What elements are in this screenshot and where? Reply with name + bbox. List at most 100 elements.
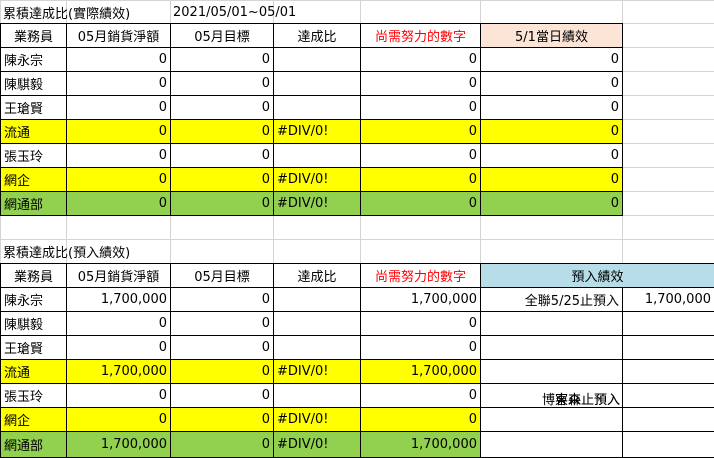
header-remaining[interactable]: 尚需努力的數字 <box>360 23 481 48</box>
table-cell[interactable]: 0 <box>66 143 171 168</box>
preorder-empty-cell[interactable] <box>480 431 623 458</box>
table-cell[interactable]: 0 <box>66 167 171 192</box>
table-cell[interactable]: 0 <box>66 47 171 72</box>
table-cell[interactable]: 0 <box>66 95 171 120</box>
table-cell[interactable]: 0 <box>480 143 623 168</box>
table-cell[interactable]: 0 <box>170 431 274 458</box>
date-range[interactable]: 2021/05/01~05/01 <box>170 0 361 24</box>
row-label[interactable]: 網通部 <box>0 191 67 216</box>
header-remaining[interactable]: 尚需努力的數字 <box>360 263 481 288</box>
table-cell[interactable] <box>273 335 361 360</box>
preorder-value[interactable]: 1,700,000 <box>622 287 714 312</box>
table-cell[interactable]: 0 <box>360 383 481 408</box>
header-ratio[interactable]: 達成比 <box>273 23 361 48</box>
table-cell[interactable]: 1,700,000 <box>360 431 481 458</box>
header-daily[interactable]: 5/1當日績效 <box>480 23 623 48</box>
table-cell[interactable]: 0 <box>170 335 274 360</box>
preorder-label[interactable]: 東森止預入 <box>480 383 623 408</box>
table-cell[interactable]: 0 <box>360 95 481 120</box>
table-cell[interactable]: 0 <box>170 311 274 336</box>
table-cell[interactable]: 0 <box>360 119 481 144</box>
table-cell[interactable]: 1,700,000 <box>360 359 481 384</box>
table-cell[interactable]: 0 <box>170 167 274 192</box>
header-target[interactable]: 05月目標 <box>170 23 274 48</box>
header-salesperson[interactable]: 業務員 <box>0 23 67 48</box>
table-cell[interactable]: 0 <box>360 335 481 360</box>
preorder-empty-cell[interactable] <box>480 335 623 360</box>
row-label[interactable]: 張玉玲 <box>0 143 67 168</box>
row-label[interactable]: 網企 <box>0 407 67 432</box>
table-cell[interactable]: 0 <box>480 119 623 144</box>
table-cell[interactable]: #DIV/0! <box>273 191 361 216</box>
table-cell[interactable]: 0 <box>170 407 274 432</box>
row-label[interactable]: 陳永宗 <box>0 47 67 72</box>
preorder-label[interactable]: 全聯5/25止預入 <box>480 287 623 312</box>
header-net-sales[interactable]: 05月銷貨淨額 <box>66 23 171 48</box>
table-cell[interactable]: #DIV/0! <box>273 167 361 192</box>
table-cell[interactable]: 0 <box>66 311 171 336</box>
row-label[interactable]: 陳騏毅 <box>0 71 67 96</box>
table-cell[interactable] <box>273 383 361 408</box>
row-label[interactable]: 王瑲賢 <box>0 95 67 120</box>
row-label[interactable]: 流通 <box>0 119 67 144</box>
row-label[interactable]: 網通部 <box>0 431 67 458</box>
table-cell[interactable]: #DIV/0! <box>273 119 361 144</box>
table-cell[interactable]: 0 <box>480 47 623 72</box>
row-label[interactable]: 王瑲賢 <box>0 335 67 360</box>
header-preorder[interactable]: 預入績效 <box>480 263 714 288</box>
table-cell[interactable]: 0 <box>360 167 481 192</box>
table-cell[interactable] <box>273 287 361 312</box>
table-cell[interactable]: 1,700,000 <box>66 359 171 384</box>
table-cell[interactable] <box>273 95 361 120</box>
table-cell[interactable]: 0 <box>170 383 274 408</box>
preorder-empty-cell[interactable] <box>622 359 714 384</box>
preorder-empty-cell[interactable] <box>480 407 623 432</box>
table-cell[interactable]: #DIV/0! <box>273 431 361 458</box>
table-cell[interactable]: 0 <box>360 191 481 216</box>
table-cell[interactable]: 0 <box>480 191 623 216</box>
table-cell[interactable] <box>273 311 361 336</box>
title-preorder[interactable]: 累積達成比(預入績效) <box>0 239 171 264</box>
table-cell[interactable]: 0 <box>66 71 171 96</box>
header-net-sales[interactable]: 05月銷貨淨額 <box>66 263 171 288</box>
header-salesperson[interactable]: 業務員 <box>0 263 67 288</box>
table-cell[interactable]: #DIV/0! <box>273 359 361 384</box>
table-cell[interactable]: 0 <box>480 167 623 192</box>
table-cell[interactable] <box>273 71 361 96</box>
table-cell[interactable]: 0 <box>360 407 481 432</box>
table-cell[interactable]: 0 <box>66 335 171 360</box>
title-actual[interactable]: 累積達成比(實際績效) <box>0 0 171 24</box>
table-cell[interactable] <box>273 143 361 168</box>
table-cell[interactable]: 0 <box>360 143 481 168</box>
row-label[interactable]: 陳騏毅 <box>0 311 67 336</box>
row-label[interactable]: 張玉玲 <box>0 383 67 408</box>
preorder-empty-cell[interactable] <box>480 311 623 336</box>
table-cell[interactable]: 0 <box>170 287 274 312</box>
header-target[interactable]: 05月目標 <box>170 263 274 288</box>
preorder-empty-cell[interactable] <box>622 431 714 458</box>
table-cell[interactable] <box>273 47 361 72</box>
table-cell[interactable]: 0 <box>360 71 481 96</box>
table-cell[interactable]: 0 <box>170 95 274 120</box>
preorder-empty-cell[interactable] <box>622 383 714 408</box>
preorder-empty-cell[interactable] <box>622 335 714 360</box>
table-cell[interactable]: 0 <box>66 191 171 216</box>
table-cell[interactable]: 0 <box>66 383 171 408</box>
row-label[interactable]: 陳永宗 <box>0 287 67 312</box>
table-cell[interactable]: #DIV/0! <box>273 407 361 432</box>
preorder-empty-cell[interactable] <box>622 311 714 336</box>
table-cell[interactable]: 0 <box>170 143 274 168</box>
table-cell[interactable]: 0 <box>66 407 171 432</box>
table-cell[interactable]: 0 <box>170 359 274 384</box>
table-cell[interactable]: 1,700,000 <box>360 287 481 312</box>
header-ratio[interactable]: 達成比 <box>273 263 361 288</box>
table-cell[interactable]: 0 <box>480 71 623 96</box>
table-cell[interactable]: 0 <box>170 71 274 96</box>
table-cell[interactable]: 1,700,000 <box>66 431 171 458</box>
table-cell[interactable]: 0 <box>360 47 481 72</box>
table-cell[interactable]: 0 <box>170 47 274 72</box>
preorder-empty-cell[interactable] <box>622 407 714 432</box>
table-cell[interactable]: 0 <box>170 191 274 216</box>
table-cell[interactable]: 0 <box>480 95 623 120</box>
table-cell[interactable]: 1,700,000 <box>66 287 171 312</box>
